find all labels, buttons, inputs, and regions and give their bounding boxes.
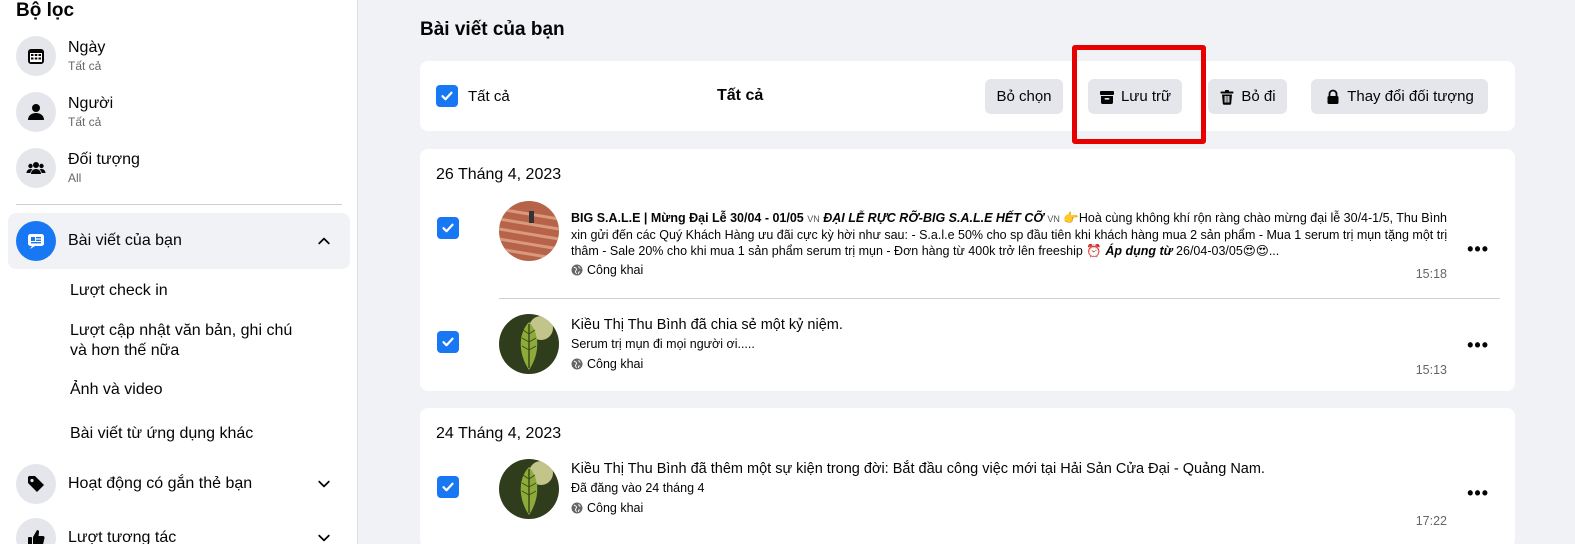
deselect-button[interactable]: Bỏ chọn — [985, 79, 1063, 114]
sidebar-item-label: Hoạt động có gắn thẻ bạn — [68, 475, 253, 492]
post-checkbox[interactable] — [437, 476, 459, 498]
post-body-end: 26/04-03/05😍😍... — [1172, 244, 1280, 258]
post-icon — [16, 221, 56, 261]
post-privacy: Công khai — [571, 357, 1456, 371]
post-headline-2: ĐẠI LỄ RỰC RỠ-BIG S.A.L.E HẾT CỠ — [819, 211, 1048, 225]
deselect-label: Bỏ chọn — [996, 88, 1052, 105]
post-divider — [499, 298, 1500, 299]
tag-icon — [16, 464, 56, 504]
privacy-label: Công khai — [587, 357, 644, 371]
author-avatar — [499, 459, 559, 519]
privacy-label: Công khai — [587, 263, 644, 277]
lock-icon — [1327, 89, 1339, 104]
filter-date[interactable]: Ngày Tất cả — [8, 30, 350, 82]
post-action: đã thêm một sự kiện trong đời: — [686, 461, 893, 477]
post-row[interactable]: BIG S.A.L.E | Mừng Đại Lễ 30/04 - 01/05 … — [420, 201, 1515, 291]
post-apply-label: Áp dụng từ — [1105, 244, 1173, 258]
filter-person[interactable]: Người Tất cả — [8, 86, 350, 138]
post-snippet: Serum trị mụn đi mọi người ơi..... — [571, 337, 755, 351]
author-name[interactable]: Kiều Thị Thu Bình — [571, 317, 687, 333]
post-text: BIG S.A.L.E | Mừng Đại Lễ 30/04 - 01/05 … — [571, 210, 1456, 259]
post-thumbnail — [499, 201, 559, 261]
person-icon — [16, 92, 56, 132]
filter-sidebar: Bộ lọc Ngày Tất cả Người Tất cả Đối tượn… — [0, 0, 358, 544]
flag-icon: VN — [807, 214, 820, 224]
like-icon — [16, 518, 56, 544]
trash-button[interactable]: Bỏ đi — [1208, 79, 1287, 114]
sidebar-item-label: Lượt tương tác — [68, 529, 177, 544]
post-group-card: 26 Tháng 4, 2023 BIG S.A.L.E | Mừng Đại … — [420, 149, 1515, 391]
post-checkbox[interactable] — [437, 217, 459, 239]
change-audience-button[interactable]: Thay đổi đối tượng — [1311, 79, 1488, 114]
filter-audience[interactable]: Đối tượng All — [8, 142, 350, 194]
author-name[interactable]: Kiều Thị Thu Bình — [571, 461, 687, 477]
sidebar-title: Bộ lọc — [16, 0, 75, 21]
sidebar-subitem-checkins[interactable]: Lượt check in — [70, 281, 168, 301]
checkbox-checked-icon[interactable] — [436, 85, 458, 107]
trash-label: Bỏ đi — [1241, 88, 1276, 105]
selection-summary: Tất cả — [717, 87, 764, 104]
post-row[interactable]: Kiều Thị Thu Bình đã chia sẻ một kỷ niệm… — [420, 314, 1515, 380]
chevron-up-icon[interactable] — [314, 231, 334, 251]
globe-icon — [571, 358, 583, 370]
sidebar-item-label: Bài viết của bạn — [68, 232, 182, 249]
sidebar-subitem-photos-videos[interactable]: Ảnh và video — [70, 380, 163, 400]
author-avatar — [499, 314, 559, 374]
filter-value: All — [68, 171, 82, 185]
post-checkbox[interactable] — [437, 331, 459, 353]
post-title: Kiều Thị Thu Bình đã thêm một sự kiện tr… — [571, 460, 1456, 479]
more-options-icon[interactable]: ••• — [1467, 335, 1489, 356]
chevron-down-icon[interactable] — [314, 474, 334, 494]
post-time: 15:18 — [1415, 267, 1447, 281]
group-date: 24 Tháng 4, 2023 — [436, 425, 562, 442]
sidebar-subitem-text-updates[interactable]: Lượt cập nhật văn bản, ghi chú và hơn th… — [70, 321, 300, 361]
flag-icon: VN — [1047, 214, 1060, 224]
filter-label: Ngày — [68, 39, 106, 56]
post-title: Kiều Thị Thu Bình đã chia sẻ một kỷ niệm… — [571, 316, 1456, 335]
post-privacy: Công khai — [571, 263, 1456, 277]
post-headline: BIG S.A.L.E | Mừng Đại Lễ 30/04 - 01/05 — [571, 211, 808, 225]
page-title: Bài viết của bạn — [420, 19, 565, 40]
group-date: 26 Tháng 4, 2023 — [436, 166, 562, 183]
people-icon — [16, 148, 56, 188]
sidebar-item-reactions[interactable]: Lượt tương tác — [8, 512, 350, 544]
globe-icon — [571, 264, 583, 276]
more-options-icon[interactable]: ••• — [1467, 483, 1489, 504]
chevron-down-icon[interactable] — [314, 528, 334, 544]
archive-highlight-box — [1072, 45, 1206, 144]
globe-icon — [571, 502, 583, 514]
filter-label: Đối tượng — [68, 151, 140, 168]
post-time: 17:22 — [1415, 514, 1447, 528]
post-privacy: Công khai — [571, 501, 1456, 515]
sidebar-item-your-posts[interactable]: Bài viết của bạn — [8, 213, 350, 269]
privacy-label: Công khai — [587, 501, 644, 515]
filter-label: Người — [68, 95, 114, 112]
post-group-card: 24 Tháng 4, 2023 Kiều Thị Thu Bình đã th… — [420, 408, 1515, 544]
change-audience-label: Thay đổi đối tượng — [1347, 88, 1474, 105]
bulk-action-toolbar: Tất cả Tất cả Bỏ chọn Lưu trữ Bỏ đi Thay… — [420, 61, 1515, 131]
select-all-checkbox[interactable]: Tất cả — [436, 85, 510, 107]
select-all-label: Tất cả — [468, 87, 510, 105]
post-row[interactable]: Kiều Thị Thu Bình đã thêm một sự kiện tr… — [420, 459, 1515, 529]
calendar-icon — [16, 36, 56, 76]
post-time: 15:13 — [1415, 363, 1447, 377]
filter-value: Tất cả — [68, 59, 102, 73]
sidebar-subitem-other-apps[interactable]: Bài viết từ ứng dụng khác — [70, 424, 253, 444]
life-event-title[interactable]: Bắt đầu công việc mới tại Hải Sản Cửa Đạ… — [893, 461, 1265, 477]
trash-icon — [1220, 89, 1234, 105]
sidebar-divider — [16, 204, 342, 205]
post-action: đã chia sẻ một kỷ niệm. — [686, 317, 843, 333]
post-snippet: Đã đăng vào 24 tháng 4 — [571, 481, 705, 495]
more-options-icon[interactable]: ••• — [1467, 239, 1489, 260]
filter-value: Tất cả — [68, 115, 102, 129]
sidebar-item-tagged[interactable]: Hoạt động có gắn thẻ bạn — [8, 458, 350, 510]
